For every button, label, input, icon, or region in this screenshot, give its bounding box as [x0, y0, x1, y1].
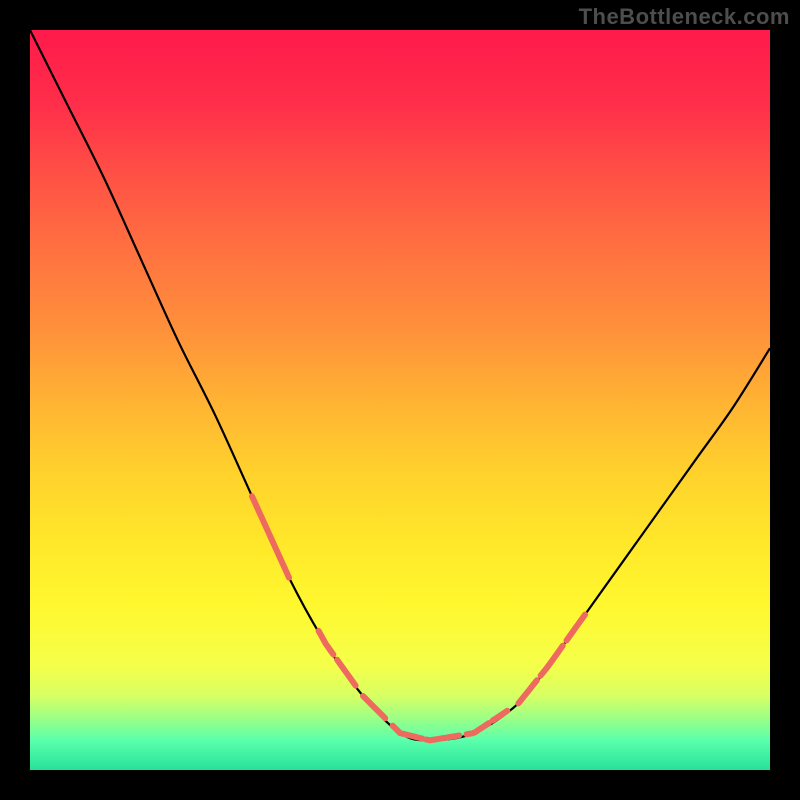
highlight-dashes	[252, 496, 585, 740]
chart-stage: TheBottleneck.com	[0, 0, 800, 800]
watermark-text: TheBottleneck.com	[579, 4, 790, 30]
dash-segment	[319, 631, 334, 655]
dash-segment	[518, 680, 537, 703]
plot-area	[30, 30, 770, 770]
dash-segment	[567, 615, 586, 641]
bottleneck-curve	[30, 30, 770, 740]
dash-segment	[363, 696, 385, 718]
dash-segment	[271, 537, 290, 578]
dash-segment	[393, 726, 423, 739]
dash-segment	[467, 723, 489, 734]
dash-segment	[252, 496, 271, 537]
curve-layer	[30, 30, 770, 770]
dash-segment	[493, 711, 508, 721]
dash-segment	[541, 646, 563, 676]
dash-segment	[337, 660, 356, 686]
